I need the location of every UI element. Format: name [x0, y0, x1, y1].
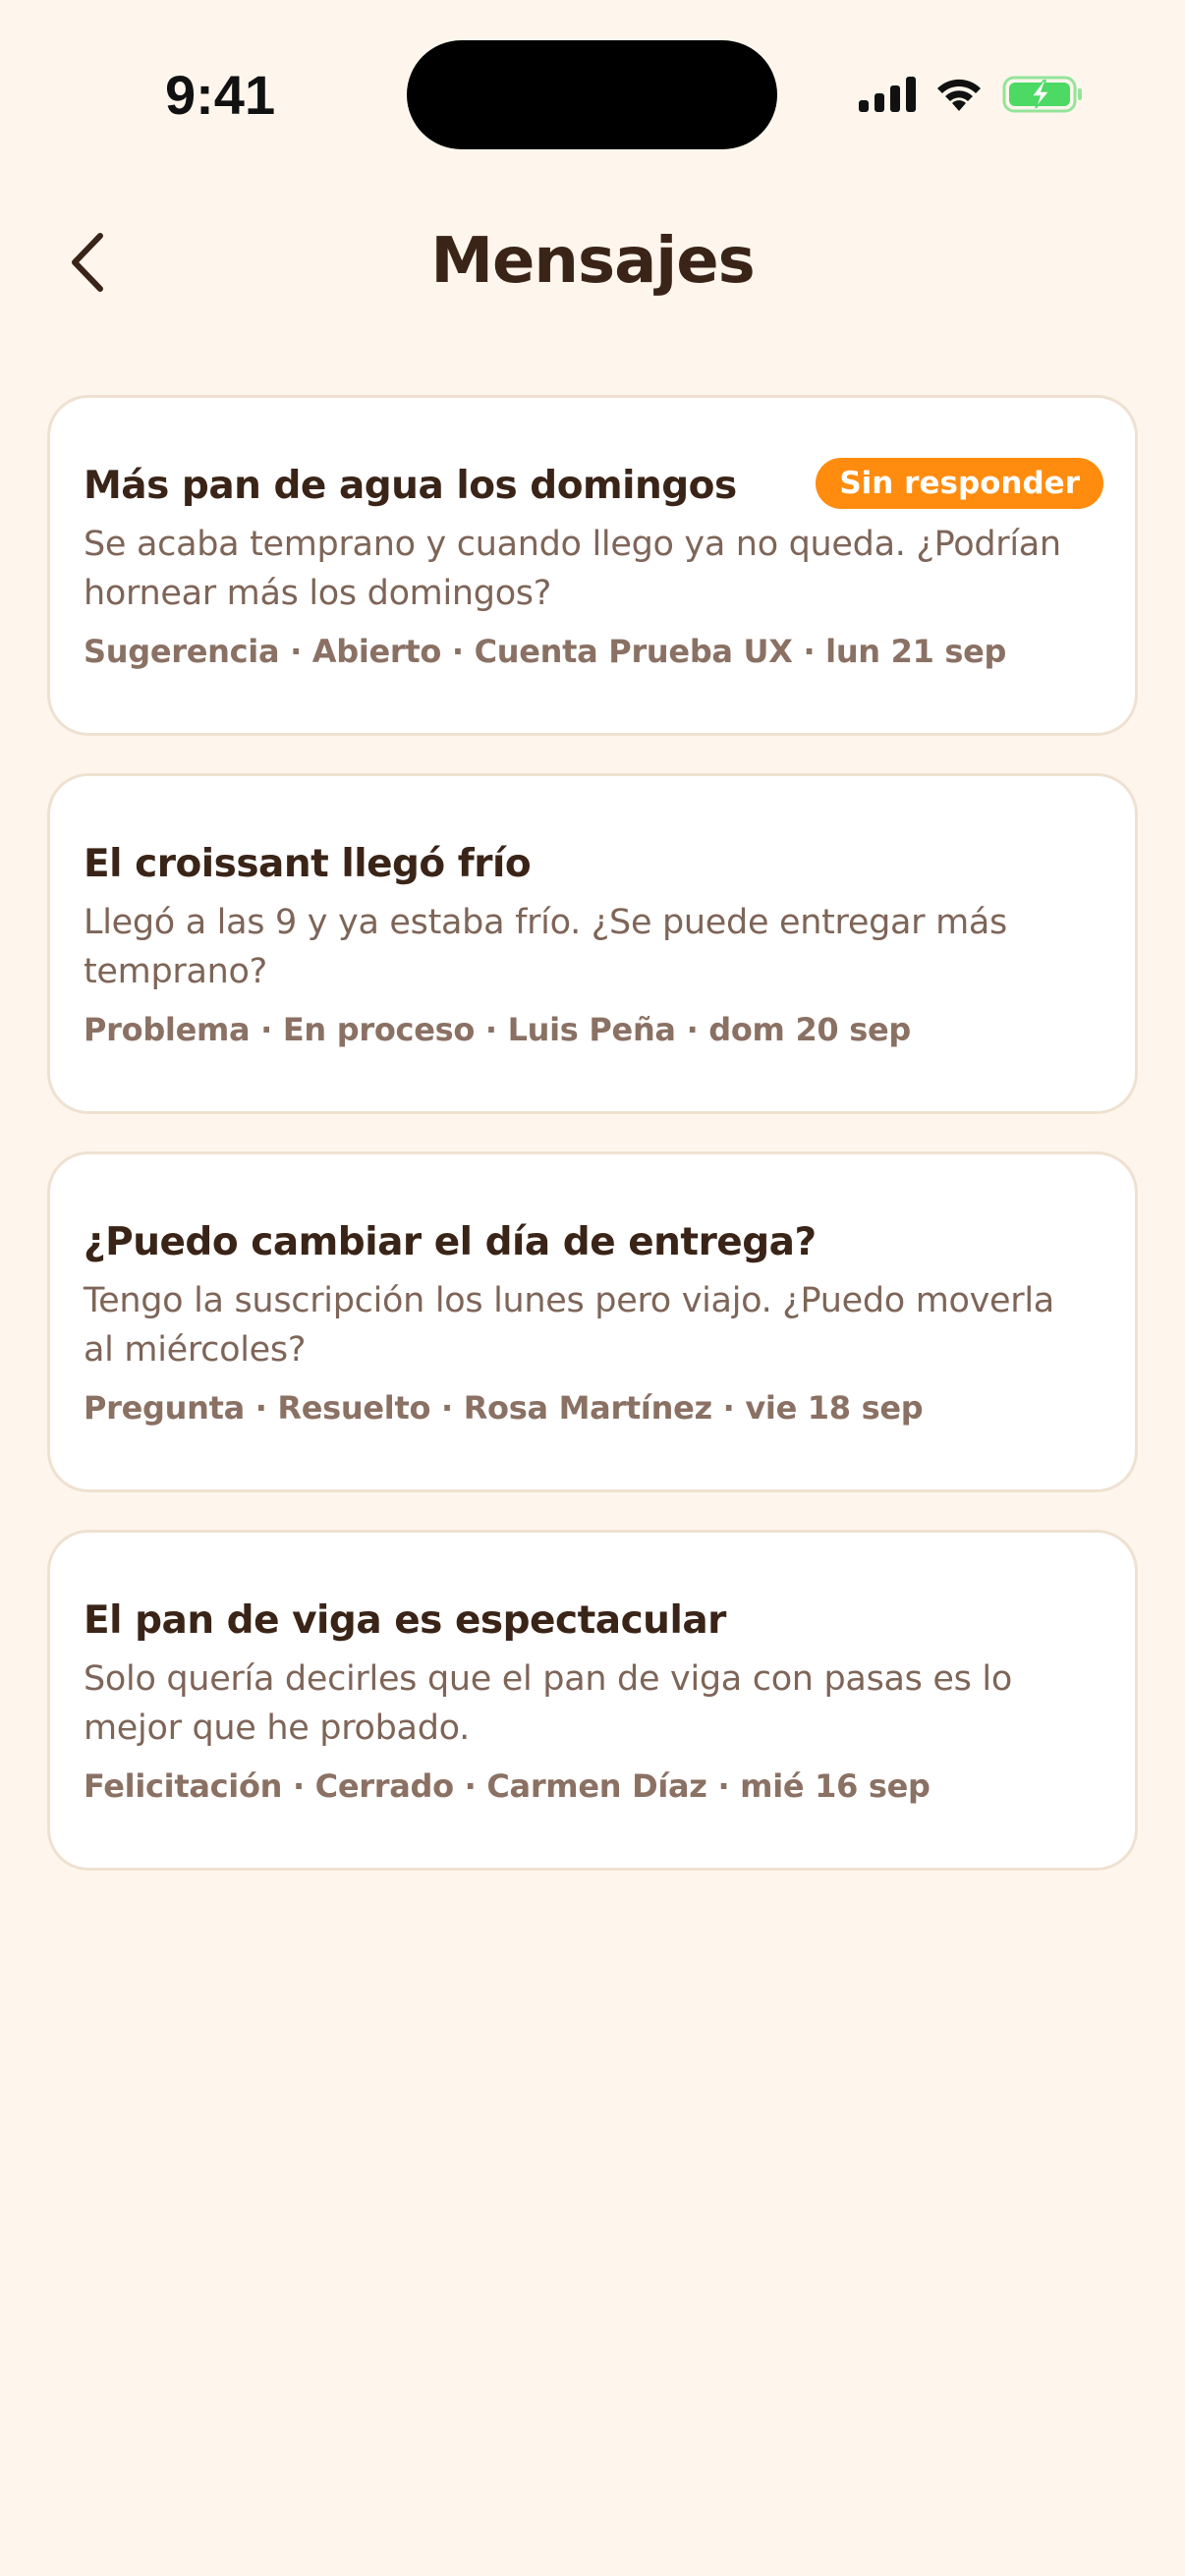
dynamic-island	[407, 40, 777, 149]
battery-charging-icon	[1002, 75, 1083, 118]
message-preview: Llegó a las 9 y ya estaba frío. ¿Se pued…	[84, 903, 1007, 991]
message-preview: Se acaba temprano y cuando llego ya no q…	[84, 525, 1061, 613]
message-meta: Pregunta · Resuelto · Rosa Martínez · vi…	[84, 1389, 924, 1427]
message-preview: Tengo la suscripción los lunes pero viaj…	[84, 1281, 1054, 1370]
status-bar: 9:41	[0, 0, 1185, 187]
message-meta: Sugerencia · Abierto · Cuenta Prueba UX …	[84, 633, 1007, 670]
cellular-signal-icon	[859, 77, 916, 116]
message-meta: Felicitación · Cerrado · Carmen Díaz · m…	[84, 1767, 931, 1805]
message-title: El pan de viga es espectacular	[84, 1598, 726, 1643]
message-list: Más pan de agua los domingos Sin respond…	[47, 395, 1138, 1871]
page-title: Mensajes	[430, 225, 755, 298]
header: Mensajes	[0, 211, 1185, 319]
message-card[interactable]: Más pan de agua los domingos Sin respond…	[47, 395, 1138, 736]
message-title: El croissant llegó frío	[84, 842, 532, 886]
message-card[interactable]: El pan de viga es espectacular Solo quer…	[47, 1530, 1138, 1871]
wifi-icon	[933, 76, 985, 117]
message-meta: Problema · En proceso · Luis Peña · dom …	[84, 1011, 911, 1048]
status-icons	[859, 75, 1083, 118]
message-preview: Solo quería decirles que el pan de viga …	[84, 1659, 1012, 1748]
message-title: ¿Puedo cambiar el día de entrega?	[84, 1220, 817, 1264]
status-time: 9:41	[165, 64, 276, 126]
message-card[interactable]: ¿Puedo cambiar el día de entrega? Tengo …	[47, 1151, 1138, 1492]
status-badge: Sin responder	[816, 458, 1103, 509]
message-card[interactable]: El croissant llegó frío Llegó a las 9 y …	[47, 773, 1138, 1114]
